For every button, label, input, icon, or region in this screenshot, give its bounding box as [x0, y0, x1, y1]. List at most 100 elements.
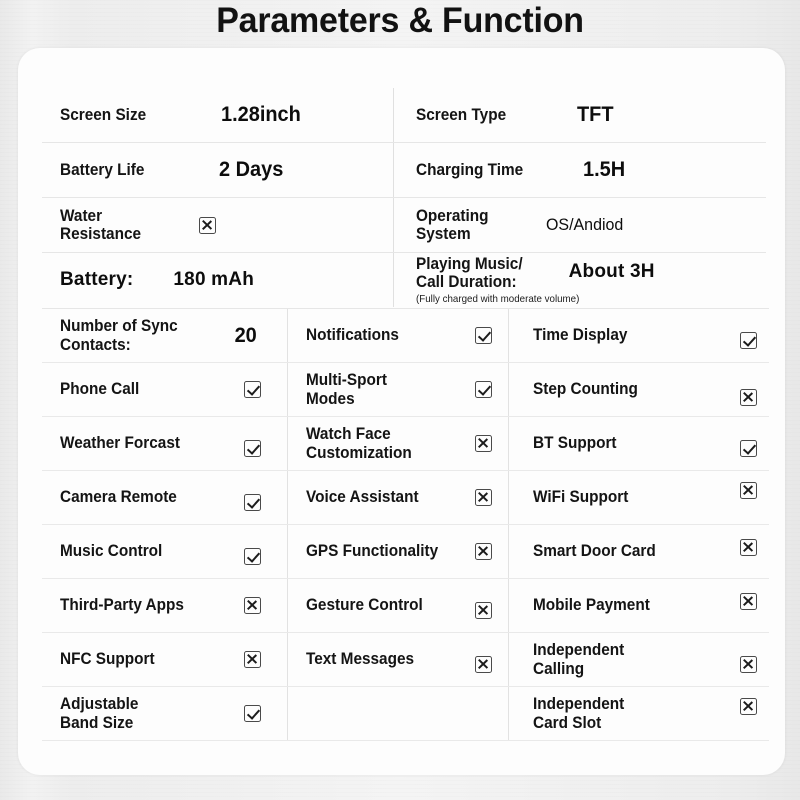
spec-cell-operating-system: Operating System OS/Andiod — [394, 198, 766, 252]
check-checkbox-icon[interactable] — [244, 705, 261, 722]
spec-cell-charging-time: Charging Time 1.5H — [394, 143, 766, 197]
check-checkbox-icon[interactable] — [475, 381, 492, 398]
spec-label: Battery Life — [60, 160, 145, 179]
spec-row: Screen Size 1.28inch Screen Type TFT — [42, 88, 766, 143]
cross-checkbox-icon[interactable] — [740, 539, 757, 556]
spec-cell-water-resistance: Water Resistance — [42, 198, 394, 252]
spec-value: 1.28inch — [220, 103, 301, 126]
feature-cell-music-control: Music Control — [42, 525, 288, 578]
feature-row: NFC Support Text Messages Independent Ca… — [42, 633, 769, 687]
feature-label: Gesture Control — [306, 596, 423, 615]
spec-value: 1.5H — [583, 158, 626, 181]
feature-label: Voice Assistant — [306, 488, 419, 507]
cross-checkbox-icon[interactable] — [475, 543, 492, 560]
check-checkbox-icon[interactable] — [244, 494, 261, 511]
check-checkbox-icon[interactable] — [740, 332, 757, 349]
feature-label: Third-Party Apps — [60, 596, 184, 615]
feature-label: Smart Door Card — [533, 542, 656, 561]
cross-checkbox-icon[interactable] — [740, 389, 757, 406]
spec-row: Water Resistance Operating System OS/And… — [42, 198, 766, 253]
feature-cell-gesture-control: Gesture Control — [288, 579, 509, 632]
spec-value: 2 Days — [218, 158, 284, 181]
feature-label: Weather Forcast — [60, 434, 180, 453]
feature-cell-notifications: Notifications — [288, 309, 509, 362]
check-checkbox-icon[interactable] — [244, 381, 261, 398]
feature-label: Step Counting — [533, 380, 638, 399]
feature-label: GPS Functionality — [306, 542, 439, 561]
check-checkbox-icon[interactable] — [244, 548, 261, 565]
cross-checkbox-icon[interactable] — [244, 597, 261, 614]
feature-cell-adjustable-band-size: Adjustable Band Size — [42, 687, 288, 740]
feature-cell-text-messages: Text Messages — [288, 633, 509, 686]
feature-row: Weather Forcast Watch Face Customization… — [42, 417, 769, 471]
cross-checkbox-icon[interactable] — [740, 482, 757, 499]
feature-cell-wifi-support: WiFi Support — [509, 471, 769, 524]
spec-cell-screen-size: Screen Size 1.28inch — [42, 88, 394, 142]
cross-checkbox-icon[interactable] — [475, 435, 492, 452]
spec-sheet-card: Screen Size 1.28inch Screen Type TFT Bat… — [18, 48, 785, 775]
spec-cell-battery-capacity: Battery: 180 mAh — [42, 253, 394, 307]
feature-cell-weather-forcast: Weather Forcast — [42, 417, 288, 470]
spec-value: OS/Andiod — [545, 215, 624, 234]
cross-checkbox-icon[interactable] — [199, 216, 217, 234]
feature-row: Camera Remote Voice Assistant WiFi Suppo… — [42, 471, 769, 525]
feature-label: NFC Support — [60, 650, 155, 669]
feature-cell-voice-assistant: Voice Assistant — [288, 471, 509, 524]
feature-cell-step-counting: Step Counting — [509, 363, 769, 416]
feature-row: Adjustable Band Size Independent Card Sl… — [42, 687, 769, 741]
feature-label: Adjustable Band Size — [60, 695, 139, 732]
feature-row: Third-Party Apps Gesture Control Mobile … — [42, 579, 769, 633]
feature-label: Independent Calling — [533, 641, 625, 678]
feature-label: Number of Sync Contacts: — [60, 317, 178, 354]
spec-cell-screen-type: Screen Type TFT — [394, 88, 766, 142]
spec-note: (Fully charged with moderate volume) — [416, 293, 580, 306]
feature-cell-third-party-apps: Third-Party Apps — [42, 579, 288, 632]
spec-value: About 3H — [568, 260, 655, 282]
feature-label: Watch Face Customization — [306, 425, 412, 462]
cross-checkbox-icon[interactable] — [475, 602, 492, 619]
feature-row: Number of Sync Contacts: 20 Notification… — [42, 309, 769, 363]
feature-label: BT Support — [533, 434, 617, 453]
cross-checkbox-icon[interactable] — [475, 489, 492, 506]
check-checkbox-icon[interactable] — [740, 440, 757, 457]
check-checkbox-icon[interactable] — [244, 440, 261, 457]
spec-label: Screen Type — [416, 105, 507, 124]
feature-label: Phone Call — [60, 380, 140, 399]
feature-cell-time-display: Time Display — [509, 309, 769, 362]
spec-cell-battery-life: Battery Life 2 Days — [42, 143, 394, 197]
feature-label: Mobile Payment — [533, 596, 650, 615]
spec-row: Battery Life 2 Days Charging Time 1.5H — [42, 143, 766, 198]
page-title: Parameters & Function — [216, 1, 584, 40]
spec-label: Battery: — [60, 269, 134, 290]
spec-label: Charging Time — [416, 160, 524, 179]
feature-label: Camera Remote — [60, 488, 177, 507]
feature-cell-nfc-support: NFC Support — [42, 633, 288, 686]
check-checkbox-icon[interactable] — [475, 327, 492, 344]
feature-cell-multi-sport-modes: Multi-Sport Modes — [288, 363, 509, 416]
feature-label: Multi-Sport Modes — [306, 371, 387, 408]
cross-checkbox-icon[interactable] — [740, 656, 757, 673]
feature-label: Independent Card Slot — [533, 695, 625, 732]
spec-label: Playing Music/ Call Duration: — [416, 254, 523, 291]
feature-row: Music Control GPS Functionality Smart Do… — [42, 525, 769, 579]
spec-row: Battery: 180 mAh Playing Music/ Call Dur… — [42, 253, 766, 307]
cross-checkbox-icon[interactable] — [244, 651, 261, 668]
spec-value: 180 mAh — [173, 269, 255, 290]
feature-cell-gps-functionality: GPS Functionality — [288, 525, 509, 578]
specification-block: Screen Size 1.28inch Screen Type TFT Bat… — [42, 88, 766, 307]
feature-cell-watch-face-customization: Watch Face Customization — [288, 417, 509, 470]
feature-cell-empty — [288, 687, 509, 740]
feature-cell-mobile-payment: Mobile Payment — [509, 579, 769, 632]
feature-cell-smart-door-card: Smart Door Card — [509, 525, 769, 578]
cross-checkbox-icon[interactable] — [475, 656, 492, 673]
spec-label: Screen Size — [60, 105, 147, 124]
feature-label: Text Messages — [306, 650, 415, 669]
feature-cell-sync-contacts: Number of Sync Contacts: 20 — [42, 309, 288, 362]
feature-cell-independent-calling: Independent Calling — [509, 633, 769, 686]
spec-label: Operating System — [416, 206, 489, 243]
cross-checkbox-icon[interactable] — [740, 698, 757, 715]
cross-checkbox-icon[interactable] — [740, 593, 757, 610]
feature-row: Phone Call Multi-Sport Modes Step Counti… — [42, 363, 769, 417]
spec-label: Water Resistance — [60, 206, 142, 243]
feature-cell-camera-remote: Camera Remote — [42, 471, 288, 524]
